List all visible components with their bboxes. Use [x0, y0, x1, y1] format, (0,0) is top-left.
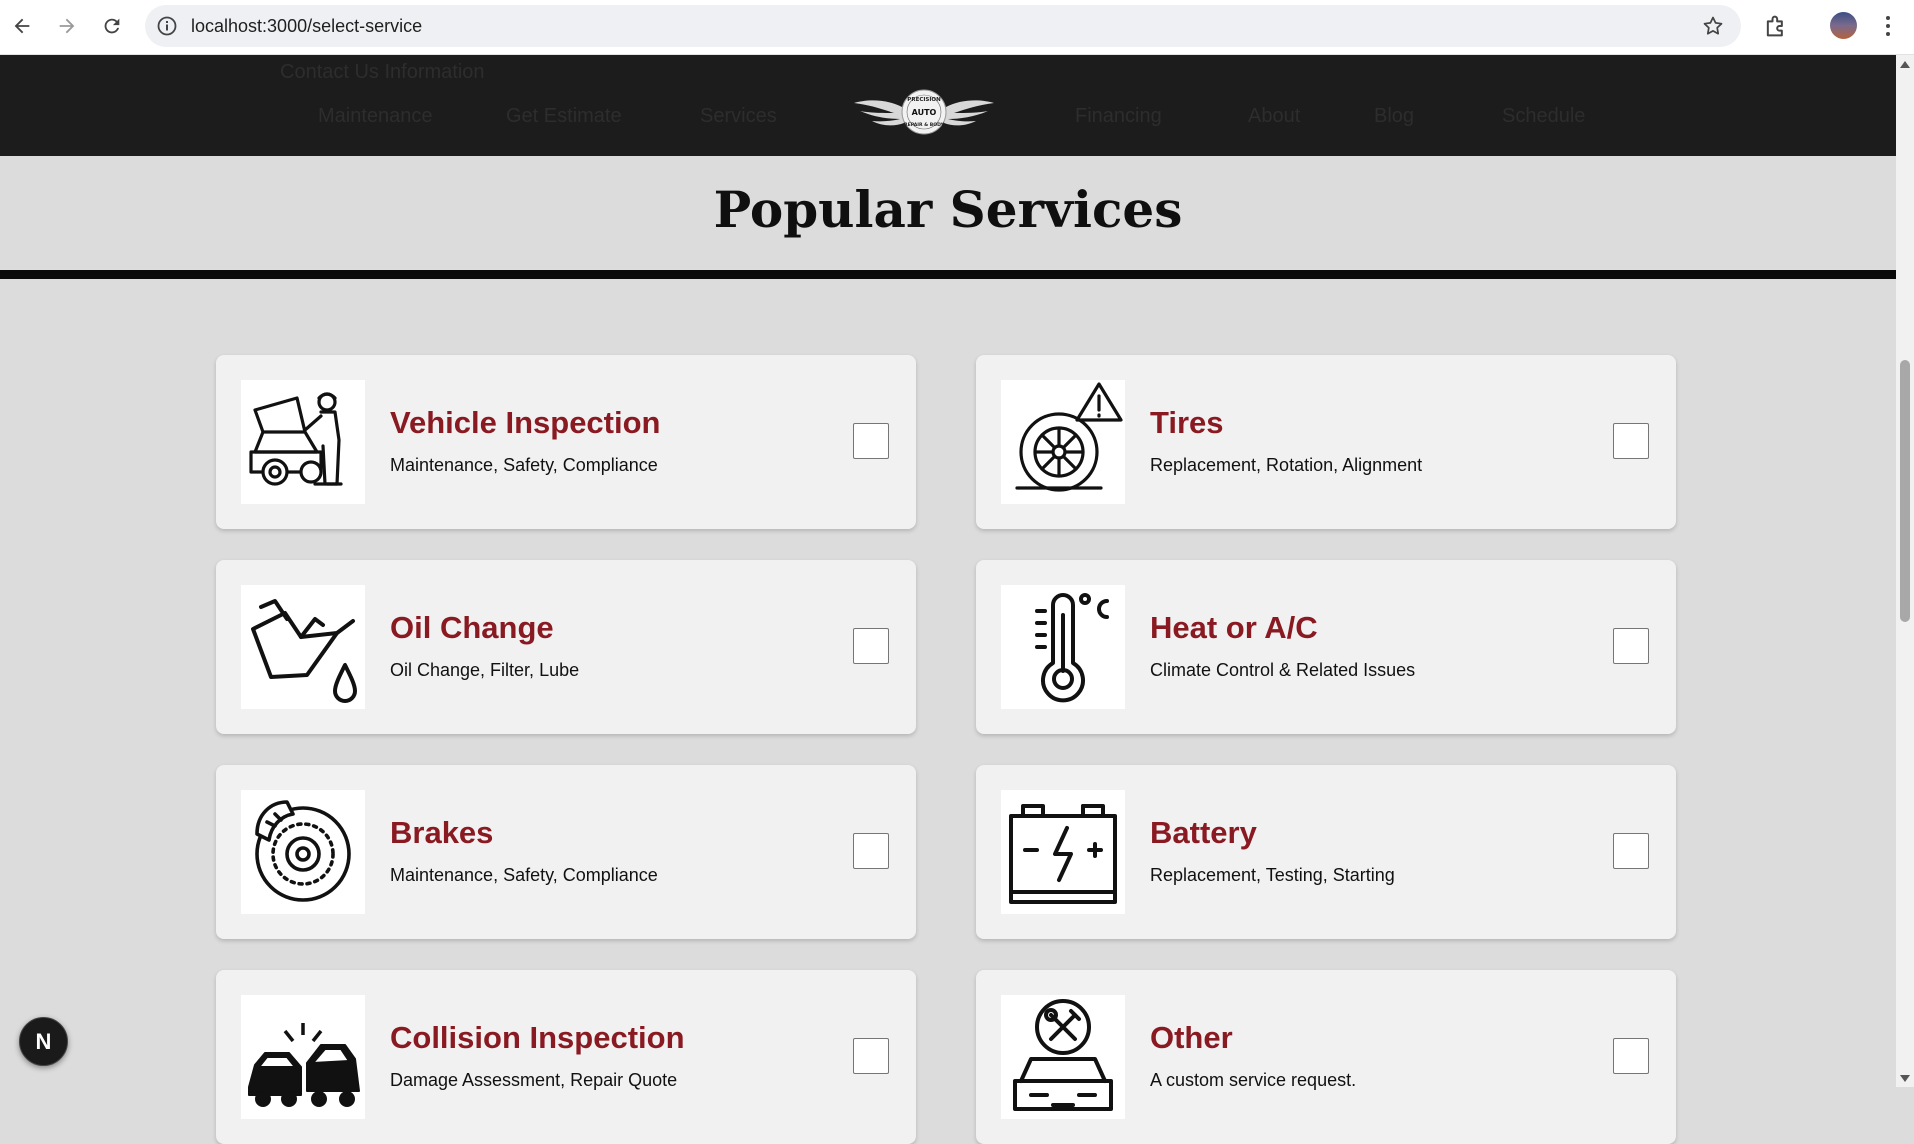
logo-text-top: PRECISION: [907, 97, 941, 103]
service-title: Oil Change: [390, 610, 554, 645]
service-card-other[interactable]: Other A custom service request.: [976, 970, 1676, 1144]
title-section: Popular Services: [0, 156, 1896, 268]
service-card-battery[interactable]: Battery Replacement, Testing, Starting: [976, 765, 1676, 939]
contact-info-link[interactable]: Contact Us Information: [280, 61, 485, 84]
service-checkbox[interactable]: [853, 423, 889, 459]
service-checkbox[interactable]: [853, 628, 889, 664]
reload-icon[interactable]: [96, 10, 128, 42]
service-title: Heat or A/C: [1150, 610, 1318, 645]
nav-link-about[interactable]: About: [1248, 105, 1300, 128]
tire-warning-icon: [1001, 380, 1125, 504]
scroll-down-icon[interactable]: [1900, 1075, 1910, 1082]
logo-text-bottom: REPAIR & BODY: [904, 122, 945, 128]
service-title: Other: [1150, 1020, 1233, 1055]
service-subtitle: Climate Control & Related Issues: [1150, 660, 1416, 680]
url-text[interactable]: localhost:3000/select-service: [191, 16, 422, 37]
page-scrollbar[interactable]: [1896, 55, 1914, 1087]
service-checkbox[interactable]: [1613, 1038, 1649, 1074]
service-card-tires[interactable]: Tires Replacement, Rotation, Alignment: [976, 355, 1676, 529]
extensions-icon[interactable]: [1762, 12, 1790, 40]
page-title: Popular Services: [713, 180, 1183, 239]
service-checkbox[interactable]: [1613, 833, 1649, 869]
mechanic-icon: [241, 380, 365, 504]
nav-link-get-estimate[interactable]: Get Estimate: [506, 105, 622, 128]
forward-icon[interactable]: [51, 10, 83, 42]
service-checkbox[interactable]: [853, 833, 889, 869]
service-subtitle: Replacement, Rotation, Alignment: [1150, 455, 1423, 475]
oil-can-icon: [241, 585, 365, 709]
title-divider: [0, 270, 1896, 279]
brand-logo[interactable]: PRECISION AUTO REPAIR & BODY: [852, 89, 996, 135]
service-checkbox[interactable]: [853, 1038, 889, 1074]
brake-disc-icon: [241, 790, 365, 914]
site-header: Contact Us Information Maintenance Get E…: [0, 55, 1896, 156]
nav-link-schedule[interactable]: Schedule: [1502, 105, 1585, 128]
nextjs-dev-badge[interactable]: N: [19, 1017, 68, 1066]
custom-service-icon: [1001, 995, 1125, 1119]
service-card-brakes[interactable]: Brakes Maintenance, Safety, Compliance: [216, 765, 916, 939]
service-card-oil-change[interactable]: Oil Change Oil Change, Filter, Lube: [216, 560, 916, 734]
bookmark-star-icon[interactable]: [1701, 14, 1725, 38]
service-title: Vehicle Inspection: [390, 405, 661, 440]
nav-link-blog[interactable]: Blog: [1374, 105, 1414, 128]
browser-menu-icon[interactable]: [1880, 12, 1896, 40]
nav-link-financing[interactable]: Financing: [1075, 105, 1162, 128]
collision-icon: [241, 995, 365, 1119]
service-card-heat-ac[interactable]: Heat or A/C Climate Control & Related Is…: [976, 560, 1676, 734]
profile-avatar[interactable]: [1830, 12, 1857, 39]
service-title: Collision Inspection: [390, 1020, 685, 1055]
address-bar[interactable]: localhost:3000/select-service: [145, 5, 1741, 47]
service-card-collision-inspection[interactable]: Collision Inspection Damage Assessment, …: [216, 970, 916, 1144]
scrollbar-thumb[interactable]: [1900, 360, 1910, 622]
service-card-vehicle-inspection[interactable]: Vehicle Inspection Maintenance, Safety, …: [216, 355, 916, 529]
service-subtitle: Maintenance, Safety, Compliance: [390, 865, 658, 885]
scroll-up-icon[interactable]: [1900, 61, 1910, 68]
logo-text-main: AUTO: [912, 108, 937, 117]
battery-icon: [1001, 790, 1125, 914]
service-title: Brakes: [390, 815, 494, 850]
browser-toolbar: localhost:3000/select-service: [0, 0, 1914, 55]
thermometer-icon: [1001, 585, 1125, 709]
service-checkbox[interactable]: [1613, 423, 1649, 459]
service-checkbox[interactable]: [1613, 628, 1649, 664]
nav-link-services[interactable]: Services: [700, 105, 777, 128]
service-subtitle: Replacement, Testing, Starting: [1150, 865, 1395, 885]
site-info-icon[interactable]: [155, 14, 179, 38]
service-title: Tires: [1150, 405, 1224, 440]
service-subtitle: Maintenance, Safety, Compliance: [390, 455, 658, 475]
nav-link-maintenance[interactable]: Maintenance: [318, 105, 433, 128]
service-subtitle: A custom service request.: [1150, 1070, 1357, 1090]
service-subtitle: Damage Assessment, Repair Quote: [390, 1070, 678, 1090]
service-title: Battery: [1150, 815, 1257, 850]
service-subtitle: Oil Change, Filter, Lube: [390, 660, 580, 680]
back-icon[interactable]: [6, 10, 38, 42]
